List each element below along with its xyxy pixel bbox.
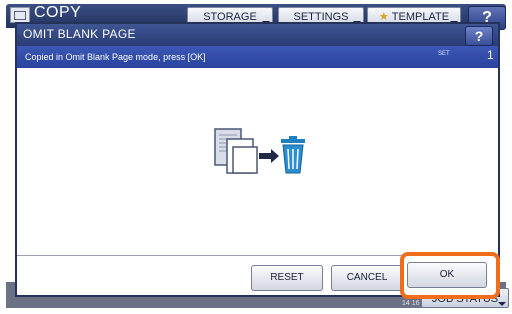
set-label: SET <box>438 51 450 57</box>
dialog-message: Copied in Omit Blank Page mode, press [O… <box>25 52 206 62</box>
dialog-header: OMIT BLANK PAGE ? <box>17 24 498 46</box>
device-screen: COPY STORAGE SETTINGS ★ TEMPLATE ? 14 16 … <box>0 0 512 314</box>
message-bar: Copied in Omit Blank Page mode, press [O… <box>17 46 498 68</box>
app-title: COPY <box>34 4 82 21</box>
set-count: 1 <box>487 48 494 62</box>
reset-button[interactable]: RESET <box>251 265 323 291</box>
dialog-title: OMIT BLANK PAGE <box>23 27 136 41</box>
dropdown-arrow-icon <box>498 302 506 306</box>
cancel-button[interactable]: CANCEL <box>331 265 403 291</box>
dialog-help-button[interactable]: ? <box>465 26 493 46</box>
copy-mode-icon <box>10 7 30 23</box>
counter-readout: 14 16 <box>402 300 420 307</box>
blank-page-to-trash-icon <box>213 127 309 177</box>
ok-button-highlight <box>400 252 500 299</box>
